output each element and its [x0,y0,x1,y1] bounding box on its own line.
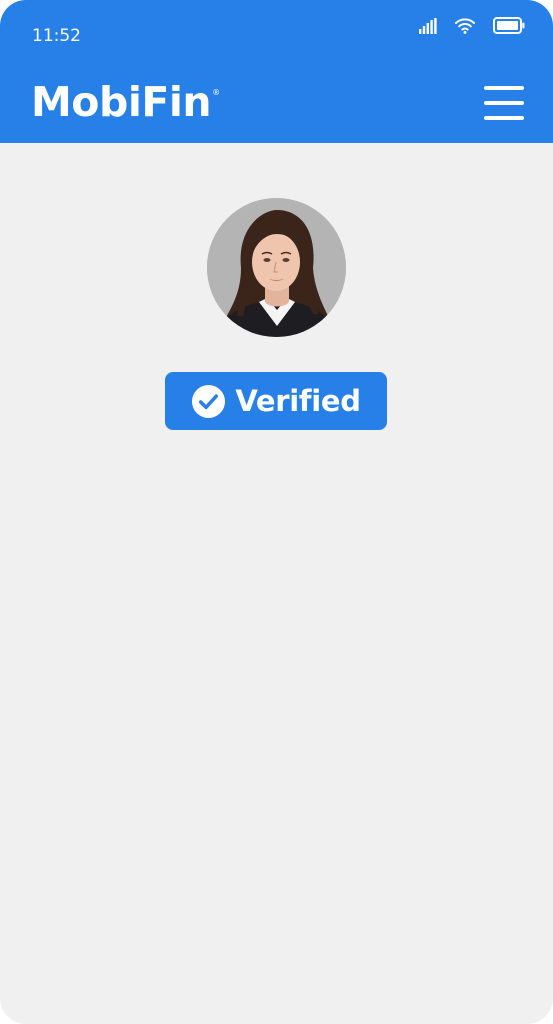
status-time: 11:52 [32,26,81,46]
hamburger-menu-icon[interactable] [484,86,524,120]
phone-screen: 11:52 MobiFin® Verified [0,0,553,1024]
registered-mark: ® [212,88,220,97]
profile-photo [207,198,346,337]
signal-icon [419,17,437,39]
verified-label: Verified [235,384,361,418]
check-circle-icon [192,384,226,418]
status-icons [401,17,525,39]
verified-badge: Verified [165,372,387,430]
app-logo: MobiFin® [31,78,220,126]
battery-icon [493,17,525,39]
avatar [207,198,346,337]
app-header: 11:52 MobiFin® [0,0,553,143]
logo-text: MobiFin [31,78,212,126]
wifi-icon [455,17,475,39]
